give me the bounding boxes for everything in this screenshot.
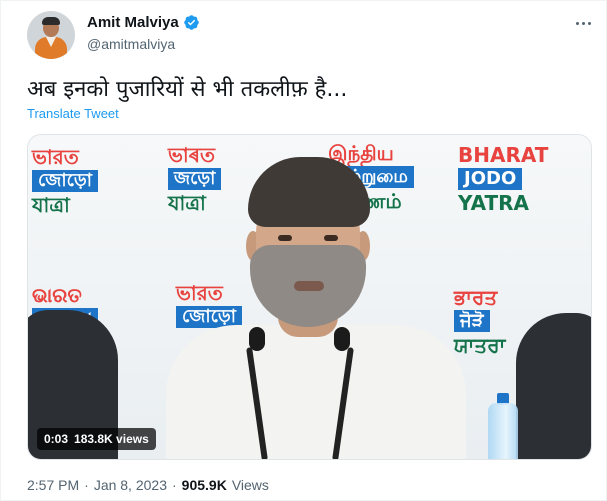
author-name[interactable]: Amit Malviya [87,14,179,31]
background-person [516,313,591,459]
more-options-icon[interactable] [571,13,595,33]
avatar[interactable] [27,11,75,59]
banner-logo: ভারত জোড়ো যাত্রা [32,147,98,215]
microphone [334,327,350,351]
banner-logo: ভাৰত জড়ো যাত্রা [168,145,222,213]
tweet-date[interactable]: Jan 8, 2023 [94,477,167,493]
banner-logo: ভারত জোড়ো [176,283,242,331]
verified-badge-icon [183,15,199,30]
author-row: Amit Malviya [87,14,200,31]
author-handle[interactable]: @amitmalviya [87,36,175,52]
meta-separator: · [84,477,89,493]
translate-tweet-link[interactable]: Translate Tweet [27,106,119,121]
microphone [249,327,265,351]
banner-logo: BHARAT JODO YATRA [458,143,549,215]
tweet-text: अब इनको पुजारियों से भी तकलीफ़ है... [27,77,348,102]
meta-separator: · [171,477,177,493]
tweet-views-count[interactable]: 905.9K [182,477,227,493]
water-bottle [488,403,518,459]
video-elapsed-time: 0:03 [44,432,69,446]
banner-logo: ਭਾਰਤ ਜੋੜੋ ਯਾਤਰਾ [454,285,506,357]
video-view-count: 183.8K views [74,432,149,446]
video-player[interactable]: ভারত জোড়ো যাত্রা ভাৰত জড়ো যাত্রা இந்தி… [27,134,592,460]
tweet-time[interactable]: 2:57 PM [27,477,79,493]
video-status-badge: 0:03 183.8K views [37,428,156,450]
tweet-card: Amit Malviya @amitmalviya अब इनको पुजारि… [0,0,607,501]
tweet-meta: 2:57 PM · Jan 8, 2023 · 905.9K Views [27,477,269,493]
tweet-views-label: Views [231,477,269,493]
